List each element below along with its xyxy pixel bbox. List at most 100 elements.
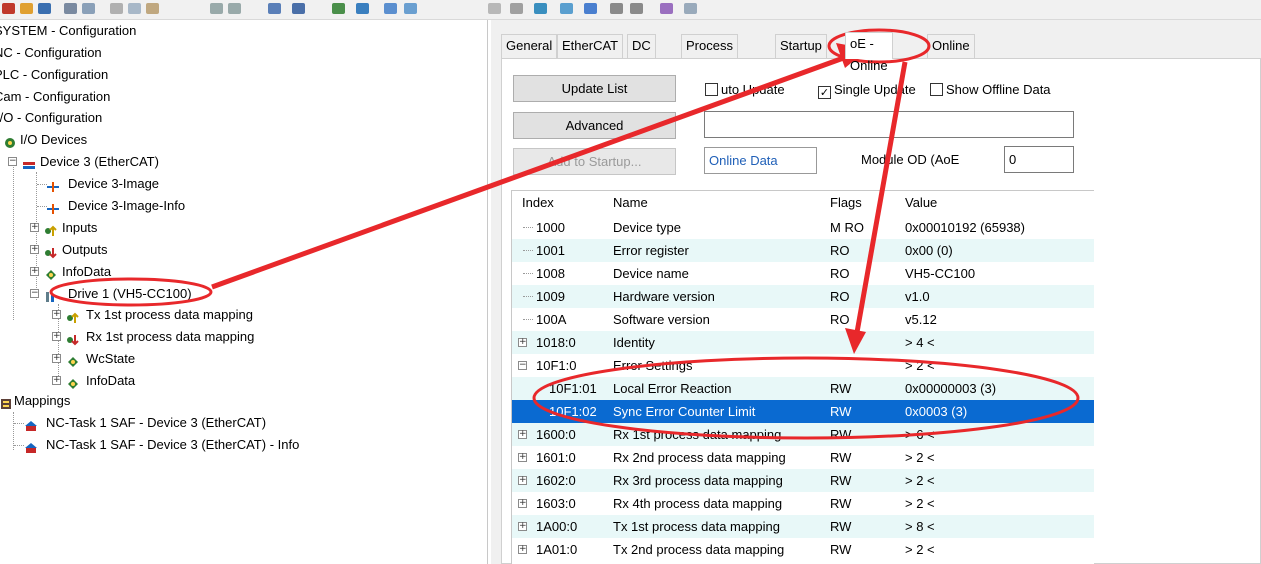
tab-ethercat[interactable]: EtherCAT: [557, 34, 624, 58]
tab-startup[interactable]: Startup: [775, 34, 827, 58]
table-row[interactable]: +1602:0 Rx 3rd process data mapping RW > 2 …: [512, 469, 1094, 492]
target-icon[interactable]: [510, 3, 523, 14]
cell-value: 0x00 (0): [905, 243, 953, 258]
info-icon[interactable]: [684, 3, 697, 14]
button-label: Update List: [561, 81, 628, 96]
expand-icon[interactable]: +: [518, 476, 527, 485]
watch-icon[interactable]: [610, 3, 623, 14]
undo-icon[interactable]: [210, 3, 223, 14]
tab-online[interactable]: Online: [927, 34, 975, 58]
table-row[interactable]: +1601:0 Rx 2nd process data mapping RW > 2 …: [512, 446, 1094, 469]
expand-icon[interactable]: +: [52, 354, 61, 363]
collapse-icon[interactable]: −: [8, 157, 17, 166]
new-icon[interactable]: [2, 3, 15, 14]
cell-value: VH5-CC100: [905, 266, 976, 281]
table-row[interactable]: 1009 Hardware version RO v1.0: [512, 285, 1094, 308]
cell-flags: M RO: [830, 220, 864, 235]
print-icon[interactable]: [64, 3, 77, 14]
expand-icon[interactable]: +: [518, 522, 527, 531]
expand-icon[interactable]: +: [518, 453, 527, 462]
expand-icon[interactable]: +: [518, 338, 527, 347]
checkbox-checked[interactable]: ✓: [818, 86, 831, 99]
config-mode-icon[interactable]: [404, 3, 417, 14]
expand-icon[interactable]: +: [52, 310, 61, 319]
cut-icon[interactable]: [110, 3, 123, 14]
tree-item-label: NC - Configuration: [0, 45, 102, 60]
freerun-icon[interactable]: [584, 3, 597, 14]
save-icon[interactable]: [38, 3, 51, 14]
table-row[interactable]: −10F1:0 Error Settings > 2 <: [512, 354, 1094, 377]
search-field[interactable]: [704, 111, 1074, 138]
table-row[interactable]: +1A00:0 Tx 1st process data mapping RW > 8 …: [512, 515, 1094, 538]
table-row[interactable]: +1018:0 Identity > 4 <: [512, 331, 1094, 354]
cell-index: 1602:0: [536, 473, 576, 488]
collapse-icon[interactable]: −: [30, 289, 39, 298]
tx-mapping-icon: [66, 309, 80, 323]
table-row[interactable]: +1600:0 Rx 1st process data mapping RW > 6 …: [512, 423, 1094, 446]
tree-item-label: WcState: [86, 351, 136, 366]
run-mode-icon[interactable]: [384, 3, 397, 14]
checkbox-box[interactable]: [930, 83, 943, 96]
tree-item-label: Rx 1st process data mapping: [86, 329, 255, 344]
header-index[interactable]: Index: [522, 195, 554, 210]
expand-icon[interactable]: +: [52, 332, 61, 341]
preview-icon[interactable]: [82, 3, 95, 14]
tab-dc[interactable]: DC: [627, 34, 656, 58]
online-data-label: Online Data: [709, 153, 778, 168]
table-row[interactable]: +1A01:0 Tx 2nd process data mapping RW > 2 …: [512, 538, 1094, 561]
grid-icon[interactable]: [292, 3, 305, 14]
toolbar: [0, 0, 1261, 20]
tab-coe-online[interactable]: oE - Online: [845, 32, 893, 73]
button-label: Advanced: [565, 118, 624, 133]
drive-icon: [44, 288, 58, 302]
task-mapping-icon: [24, 439, 38, 453]
show-offline-data-checkbox[interactable]: Show Offline Data: [930, 82, 1051, 98]
single-update-checkbox[interactable]: ✓ Single Update: [818, 82, 916, 99]
add-to-startup-button[interactable]: Add to Startup...: [513, 148, 676, 175]
scan-icon[interactable]: [534, 3, 547, 14]
expand-icon[interactable]: +: [52, 376, 61, 385]
module-od-field[interactable]: 0: [1004, 146, 1074, 173]
redo-icon[interactable]: [228, 3, 241, 14]
auto-update-checkbox[interactable]: uto Update: [705, 82, 785, 98]
back-icon[interactable]: [488, 3, 501, 14]
open-icon[interactable]: [20, 3, 33, 14]
tree-item-label: NC-Task 1 SAF - Device 3 (EtherCAT) - In…: [46, 437, 300, 452]
header-name[interactable]: Name: [613, 195, 648, 210]
activate-icon[interactable]: [356, 3, 369, 14]
network-icon[interactable]: [332, 3, 345, 14]
table-row[interactable]: 10F1:01 Local Error Reaction RW 0x00000003 …: [512, 377, 1094, 400]
expand-icon[interactable]: +: [518, 499, 527, 508]
expand-icon[interactable]: +: [30, 223, 39, 232]
checkbox-box[interactable]: [705, 83, 718, 96]
tab-general[interactable]: General: [501, 34, 558, 58]
expand-icon[interactable]: +: [30, 267, 39, 276]
table-row[interactable]: 1000 Device type M RO 0x00010192 (65938): [512, 216, 1094, 239]
tab-process-data[interactable]: Process Data: [681, 34, 738, 75]
help-icon[interactable]: [660, 3, 673, 14]
cell-flags: RW: [830, 542, 852, 557]
mapping-icon[interactable]: [560, 3, 573, 14]
window-icon[interactable]: [268, 3, 281, 14]
update-list-button[interactable]: Update List: [513, 75, 676, 102]
copy-icon[interactable]: [128, 3, 141, 14]
header-flags[interactable]: Flags: [830, 195, 862, 210]
cell-name: Rx 1st process data mapping: [613, 427, 782, 442]
tree-item-label: Device 3-Image-Info: [68, 198, 186, 213]
cell-index: 1018:0: [536, 335, 576, 350]
table-row[interactable]: 10F1:02 Sync Error Counter Limit RW 0x0003 …: [512, 400, 1094, 423]
table-row[interactable]: 100A Software version RO v5.12: [512, 308, 1094, 331]
tree-line: [523, 319, 533, 320]
table-row[interactable]: +1603:0 Rx 4th process data mapping RW > 2 …: [512, 492, 1094, 515]
expand-icon[interactable]: +: [30, 245, 39, 254]
collapse-icon[interactable]: −: [518, 361, 527, 370]
cell-name: Error register: [613, 243, 689, 258]
tools-icon[interactable]: [630, 3, 643, 14]
advanced-button[interactable]: Advanced: [513, 112, 676, 139]
paste-icon[interactable]: [146, 3, 159, 14]
expand-icon[interactable]: +: [518, 545, 527, 554]
table-row[interactable]: 1008 Device name RO VH5-CC100: [512, 262, 1094, 285]
expand-icon[interactable]: +: [518, 430, 527, 439]
header-value[interactable]: Value: [905, 195, 937, 210]
table-row[interactable]: 1001 Error register RO 0x00 (0): [512, 239, 1094, 262]
